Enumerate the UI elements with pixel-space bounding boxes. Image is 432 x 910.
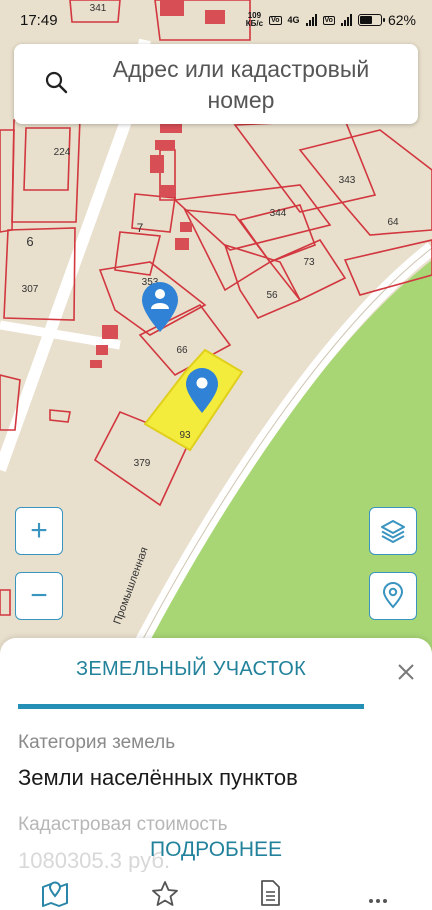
nav-more[interactable] <box>363 878 393 908</box>
parcel-info-panel[interactable]: ЗЕМЕЛЬНЫЙ УЧАСТОК Категория земель Земли… <box>0 638 432 910</box>
search-icon <box>45 71 68 94</box>
category-value: Земли населённых пунктов <box>18 765 298 790</box>
status-bar: 17:49 109 КБ/с Vo 4G Vo 62% <box>0 0 432 40</box>
close-icon[interactable] <box>394 660 418 684</box>
person-icon <box>155 289 165 299</box>
location-pin-icon <box>382 582 404 609</box>
nav-favorites[interactable] <box>150 878 180 908</box>
parcel-label: 7 <box>137 221 144 235</box>
user-location-marker[interactable] <box>142 282 178 332</box>
more-icon <box>369 899 387 903</box>
zoom-out-button[interactable]: − <box>15 572 63 620</box>
search-box[interactable]: Адрес или кадастровый номер <box>14 44 418 124</box>
parcel-label: 379 <box>134 458 151 469</box>
document-icon <box>261 880 280 906</box>
bottom-navigation <box>0 872 432 910</box>
parcel-label: 93 <box>179 430 191 441</box>
star-icon <box>152 881 178 906</box>
tab-indicator <box>18 704 364 709</box>
parcel-label: 307 <box>22 284 39 295</box>
map-icon <box>42 881 68 907</box>
parcel-label: 224 <box>54 147 71 158</box>
search-input[interactable]: Адрес или кадастровый номер <box>84 54 398 116</box>
minus-icon: − <box>30 579 48 612</box>
zoom-in-button[interactable]: + <box>15 507 63 555</box>
nav-documents[interactable] <box>255 878 285 908</box>
my-location-button[interactable] <box>369 572 417 620</box>
plus-icon: + <box>30 514 48 547</box>
parcel-label: 56 <box>266 290 278 301</box>
network-speed: 109 КБ/с <box>245 11 264 28</box>
volte-icon: Vo <box>269 15 282 25</box>
street-label: Промышленная <box>112 546 151 626</box>
volte-icon-2: Vo <box>322 15 335 25</box>
parcel-label: 344 <box>270 208 287 219</box>
status-indicators: 109 КБ/с Vo 4G Vo 62% <box>245 11 416 29</box>
layers-icon <box>381 520 405 543</box>
category-label: Категория земель <box>18 732 176 753</box>
more-details-button[interactable]: ПОДРОБНЕЕ <box>0 838 432 862</box>
panel-title: ЗЕМЕЛЬНЫЙ УЧАСТОК <box>75 658 307 680</box>
layers-button[interactable] <box>369 507 417 555</box>
battery-icon <box>357 14 385 26</box>
parcel-label: 6 <box>26 234 33 249</box>
nav-map[interactable] <box>40 878 70 908</box>
network-type: 4G <box>287 15 300 25</box>
signal-icon-2 <box>340 14 352 26</box>
cost-label: Кадастровая стоимость <box>18 814 228 835</box>
parcel-label: 343 <box>339 175 356 186</box>
parcel-label: 66 <box>176 345 188 356</box>
status-time: 17:49 <box>20 11 58 29</box>
parcel-label: 73 <box>303 257 315 268</box>
battery-percent: 62% <box>387 12 416 28</box>
parcel-label: 64 <box>387 217 399 228</box>
signal-icon <box>305 14 317 26</box>
